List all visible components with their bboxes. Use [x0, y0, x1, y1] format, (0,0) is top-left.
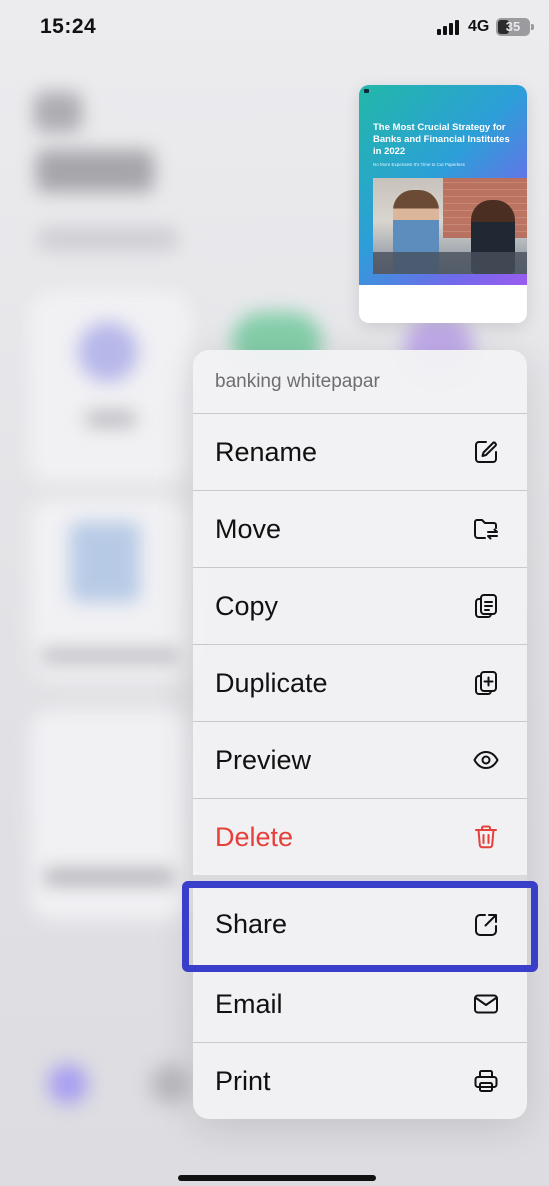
cellular-signal-icon — [437, 19, 463, 35]
menu-item-label: Rename — [215, 436, 318, 467]
background-search — [38, 228, 178, 250]
background-title — [36, 150, 154, 192]
share-icon — [471, 910, 501, 940]
background-thumbnail — [70, 522, 140, 602]
preview-subtitle: No More Expenses! It's Time to Cut Paper… — [373, 162, 465, 167]
menu-item-duplicate[interactable]: Duplicate — [193, 644, 527, 721]
menu-item-label: Delete — [215, 821, 294, 852]
eye-icon — [471, 745, 501, 775]
background-back-button — [34, 92, 82, 132]
background-tab-icon — [48, 1064, 88, 1104]
background-label — [40, 650, 180, 662]
menu-item-label: Email — [215, 988, 283, 1019]
menu-item-label: Move — [215, 513, 282, 544]
status-time: 15:24 — [40, 15, 97, 38]
menu-item-share[interactable]: Share — [193, 875, 527, 965]
background-icon — [78, 322, 138, 382]
battery-icon: 35 — [496, 18, 534, 36]
duplicate-icon — [471, 668, 501, 698]
trash-icon — [471, 822, 501, 852]
background-card — [30, 710, 190, 920]
preview-logo — [364, 89, 369, 93]
menu-item-preview[interactable]: Preview — [193, 721, 527, 798]
context-menu: banking whitepapar Rename Move Copy Dupl… — [193, 350, 527, 1119]
preview-title: The Most Crucial Strategy for Banks and … — [373, 122, 510, 157]
battery-percentage: 35 — [505, 19, 521, 34]
menu-item-copy[interactable]: Copy — [193, 567, 527, 644]
printer-icon — [471, 1066, 501, 1096]
menu-item-label: Share — [215, 909, 288, 939]
menu-item-label: Print — [215, 1065, 271, 1096]
rename-icon — [471, 437, 501, 467]
home-indicator[interactable] — [178, 1175, 376, 1181]
menu-item-label: Preview — [215, 744, 312, 775]
menu-item-email[interactable]: Email — [193, 965, 527, 1042]
background-label — [44, 870, 174, 884]
copy-icon — [471, 591, 501, 621]
menu-item-label: Copy — [215, 590, 279, 621]
menu-item-print[interactable]: Print — [193, 1042, 527, 1119]
preview-photo — [373, 178, 527, 274]
network-type: 4G — [468, 18, 490, 35]
menu-item-delete[interactable]: Delete — [193, 798, 527, 875]
move-folder-icon — [471, 514, 501, 544]
background-label — [86, 412, 136, 426]
menu-file-name: banking whitepapar — [215, 371, 380, 392]
menu-item-label: Duplicate — [215, 667, 328, 698]
background-card — [30, 292, 190, 482]
menu-item-move[interactable]: Move — [193, 490, 527, 567]
status-bar: 15:24 4G 35 — [0, 0, 549, 56]
battery-cap — [531, 24, 534, 30]
menu-item-rename[interactable]: Rename — [193, 413, 527, 490]
mail-icon — [471, 989, 501, 1019]
document-preview[interactable]: The Most Crucial Strategy for Banks and … — [359, 85, 527, 323]
background-tab-icon — [150, 1064, 190, 1104]
